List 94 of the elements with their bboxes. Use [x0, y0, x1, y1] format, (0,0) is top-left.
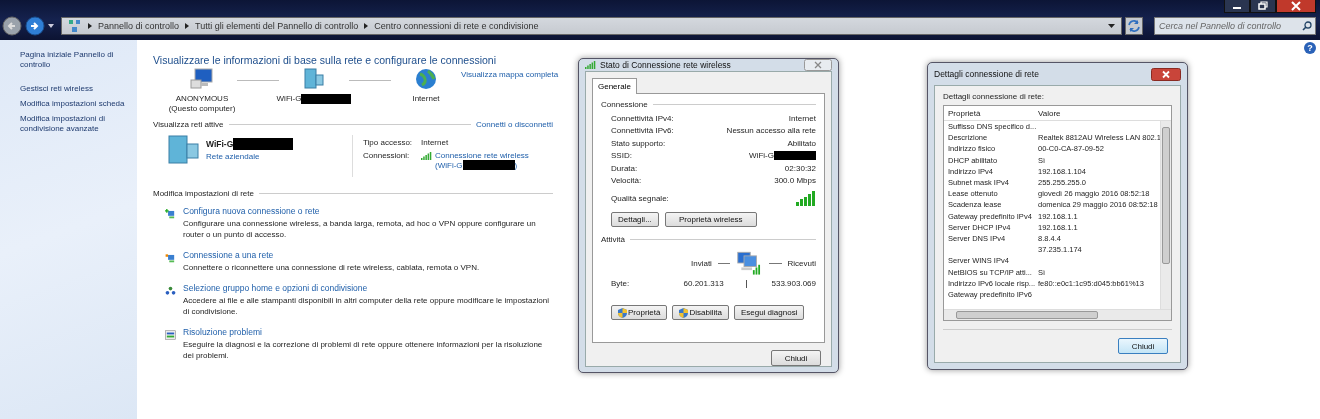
field-value: Nessun accesso alla rete	[726, 126, 816, 136]
search-field[interactable]: Cerca nel Pannello di controllo	[1154, 17, 1316, 35]
sidebar-link[interactable]: Pagina iniziale Pannello di controllo	[20, 50, 129, 70]
close-button[interactable]: Chiudi	[1118, 338, 1168, 354]
shield-icon	[679, 307, 689, 318]
restore-icon[interactable]	[1250, 0, 1276, 13]
field-label: Connessioni:	[363, 151, 411, 160]
field-value: WiFi-G	[749, 151, 774, 161]
field-value: 02:30:32	[784, 163, 816, 173]
field-label: Stato supporto:	[611, 138, 666, 148]
group-heading: Connessione	[601, 100, 648, 109]
network-icon	[68, 19, 82, 33]
minimize-icon[interactable]	[1224, 0, 1250, 13]
help-button[interactable]: ?	[1304, 42, 1316, 54]
sidebar-link[interactable]: Gestisci reti wireless	[20, 84, 129, 94]
dialog-button[interactable]: Dettagli...	[611, 212, 659, 227]
field-value: Abilitato	[787, 138, 816, 148]
back-icon[interactable]	[2, 16, 22, 36]
chevron-icon	[364, 23, 369, 29]
dialog-button[interactable]: Proprietà wireless	[664, 212, 757, 227]
task-description: Configurare una connessione wireless, a banda larga, remota, ad hoc o VPN oppure configurare un router o un punto di accesso.	[183, 218, 537, 240]
field-label: Connettività IPv4:	[611, 113, 674, 123]
field-label: Qualità segnale:	[611, 193, 669, 203]
address-bar[interactable]: Pannello di controllo Tutti gli elementi del Pannello di controllo Centro connessioni di rete e condivisione	[61, 17, 1122, 35]
sent-bytes: 60.201.313	[683, 279, 724, 288]
field-label: SSID:	[611, 151, 632, 161]
section-heading: Visualizza reti attive	[153, 120, 224, 129]
column-header[interactable]: Proprietà	[948, 108, 1038, 118]
breadcrumb-item[interactable]: Tutti gli elementi del Pannello di controllo	[195, 21, 359, 31]
dialog-button[interactable]: Esegui diagnosi	[733, 305, 805, 320]
field-value: Internet	[421, 138, 449, 147]
parenthesis: )	[514, 160, 518, 170]
column-header[interactable]: Valore	[1038, 108, 1061, 118]
field-label: Connettività IPv6:	[611, 126, 674, 136]
node-sublabel: (Questo computer)	[168, 104, 236, 114]
sent-label: Inviati	[691, 258, 712, 268]
close-icon[interactable]	[1151, 67, 1181, 81]
computer-icon	[190, 68, 214, 90]
list-caption: Dettagli connessione di rete:	[943, 92, 1045, 101]
task-link[interactable]: Risoluzione problemi	[183, 327, 553, 337]
network-building-icon	[167, 135, 201, 165]
page-title: Visualizzare le informazioni di base sulla rete e configurare le connessioni	[153, 54, 497, 66]
troubleshoot-icon	[165, 327, 176, 343]
signal-icon	[421, 152, 432, 160]
search-icon	[1302, 21, 1312, 31]
chevron-icon	[185, 23, 190, 29]
vertical-scrollbar[interactable]	[1160, 121, 1171, 309]
field-value: 300.0 Mbps	[774, 176, 816, 186]
field-value: Internet	[788, 113, 816, 123]
ssid-link[interactable]: (WiFi-G	[435, 160, 463, 170]
dialog-title: Stato di Connessione rete wireless	[600, 60, 731, 70]
connection-link[interactable]: Connessione rete wireless	[435, 151, 529, 160]
breadcrumb-item[interactable]: Pannello di controllo	[98, 21, 180, 31]
refresh-icon[interactable]	[1125, 17, 1143, 35]
tab[interactable]: Generale	[592, 78, 637, 94]
task-description: Connettere o riconnettere una connessione di rete wireless, cablata, remota o VPN.	[183, 262, 481, 273]
dialog-button[interactable]: Proprietà	[611, 305, 668, 320]
received-label: Ricevuti	[787, 258, 816, 268]
task-description: Accedere ai file e alle stampanti disponibili in altri computer della rete oppure modificare le impostazioni di condivisione.	[183, 295, 550, 317]
history-caret-icon[interactable]	[48, 24, 54, 28]
shield-icon	[618, 307, 627, 318]
signal-icon	[585, 61, 596, 69]
sidebar-link[interactable]: Modifica impostazioni scheda	[20, 99, 129, 109]
horizontal-scrollbar[interactable]	[944, 309, 1171, 320]
dropdown-caret-icon[interactable]	[1108, 24, 1115, 28]
field-label: Durata:	[611, 163, 638, 173]
network-building-icon	[302, 68, 326, 90]
dialog-button[interactable]: Disabilita	[672, 305, 729, 320]
sidebar-link[interactable]: Modifica impostazioni di condivisione avanzate	[20, 114, 129, 134]
connect-link[interactable]: Connetti o disconnetti	[476, 120, 553, 129]
node-label: WiFi-G	[276, 94, 302, 104]
network-type-link[interactable]: Rete aziendale	[206, 152, 294, 161]
close-button[interactable]: Chiudi	[771, 350, 821, 366]
field-label: Byte:	[611, 279, 631, 288]
received-bytes: 533.903.069	[771, 279, 816, 288]
forward-icon[interactable]	[25, 16, 45, 36]
globe-icon	[415, 68, 437, 90]
task-description: Eseguire la diagnosi e la correzione di problemi di rete oppure ottenere informazioni per la risoluzione dei problemi.	[183, 339, 544, 361]
field-label: Tipo accesso:	[363, 138, 414, 147]
field-label: Velocità:	[611, 176, 642, 186]
chevron-icon	[88, 23, 92, 29]
dialog-title: Dettagli connessione di rete	[934, 69, 1039, 79]
network-name: WiFi-G	[206, 139, 234, 149]
task-link[interactable]: Selezione gruppo home e opzioni di condivisione	[183, 283, 553, 293]
signal-strength-icon	[796, 190, 816, 206]
group-heading: Attività	[601, 235, 625, 244]
task-link[interactable]: Connessione a una rete	[183, 250, 553, 260]
node-label: Internet	[412, 94, 440, 104]
task-link[interactable]: Configura nuova connessione o rete	[183, 206, 553, 216]
full-map-link[interactable]: Visualizza mappa completa	[461, 70, 559, 114]
breadcrumb-item[interactable]: Centro connessioni di rete e condivisione	[374, 21, 539, 31]
node-label: ANONYMOUS	[175, 94, 229, 104]
close-icon[interactable]	[1276, 0, 1316, 13]
section-heading: Modifica impostazioni di rete	[153, 189, 254, 198]
